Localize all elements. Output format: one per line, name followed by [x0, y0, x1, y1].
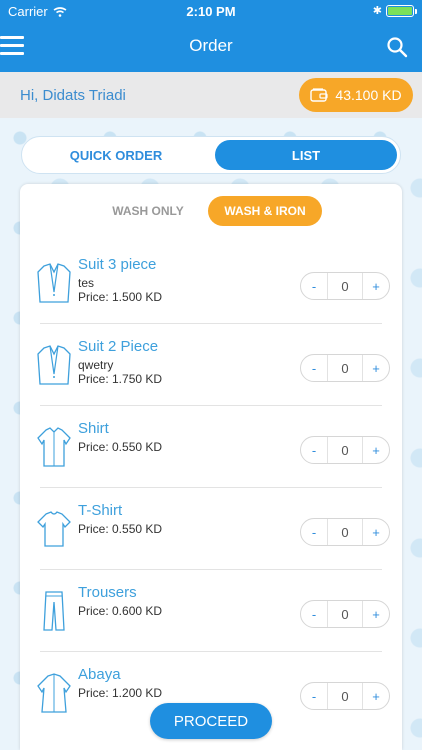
item-price: Price: 1.500 KD — [78, 290, 163, 304]
list-item: Suit 2 Piece qwetry Price: 1.750 KD - 0 … — [20, 324, 402, 406]
nav-bar: Order — [0, 26, 422, 66]
proceed-button[interactable]: PROCEED — [150, 703, 272, 739]
service-tabs: WASH ONLY WASH & IRON — [20, 196, 402, 226]
decrement-button[interactable]: - — [301, 601, 327, 627]
quantity-stepper: - 0 + — [300, 682, 390, 710]
item-name: Shirt — [78, 420, 109, 437]
item-price: Price: 0.550 KD — [78, 522, 163, 536]
item-price: Price: 1.750 KD — [78, 372, 163, 386]
decrement-button[interactable]: - — [301, 437, 327, 463]
top-bar: Carrier 2:10 PM ✱ Order — [0, 0, 422, 72]
quantity-value[interactable]: 0 — [327, 273, 363, 299]
item-description: tes — [78, 276, 95, 290]
item-name: T-Shirt — [78, 502, 123, 519]
item-price: Price: 1.200 KD — [78, 686, 163, 700]
wallet-amount: 43.100 KD — [335, 87, 402, 103]
increment-button[interactable]: + — [363, 683, 389, 709]
order-mode-toggle: QUICK ORDER LIST — [21, 136, 401, 174]
item-list-card: WASH ONLY WASH & IRON Suit 3 piece tes P… — [20, 184, 402, 750]
item-description: qwetry — [78, 358, 114, 372]
greeting-text: Hi, Didats Triadi — [20, 87, 126, 104]
quantity-stepper: - 0 + — [300, 600, 390, 628]
wallet-icon — [310, 88, 329, 102]
status-bar: Carrier 2:10 PM ✱ — [0, 0, 422, 22]
item-name: Suit 2 Piece — [78, 338, 159, 355]
list-item: Shirt Price: 0.550 KD - 0 + — [20, 406, 402, 488]
decrement-button[interactable]: - — [301, 355, 327, 381]
item-price: Price: 0.550 KD — [78, 440, 163, 454]
quantity-value[interactable]: 0 — [327, 601, 363, 627]
tab-wash-iron[interactable]: WASH & IRON — [208, 196, 322, 226]
tshirt-icon — [37, 511, 71, 547]
quantity-stepper: - 0 + — [300, 436, 390, 464]
battery-icon — [386, 5, 417, 17]
item-list: Suit 3 piece tes Price: 1.500 KD - 0 + S… — [20, 242, 402, 734]
increment-button[interactable]: + — [363, 273, 389, 299]
item-name: Suit 3 piece — [78, 256, 157, 273]
tab-quick-order[interactable]: QUICK ORDER — [25, 140, 207, 170]
trousers-icon — [43, 591, 65, 631]
increment-button[interactable]: + — [363, 601, 389, 627]
list-item: Suit 3 piece tes Price: 1.500 KD - 0 + — [20, 242, 402, 324]
increment-button[interactable]: + — [363, 355, 389, 381]
item-name: Abaya — [78, 666, 121, 683]
decrement-button[interactable]: - — [301, 519, 327, 545]
search-icon[interactable] — [386, 36, 408, 58]
item-name: Trousers — [78, 584, 137, 601]
abaya-icon — [37, 673, 71, 713]
increment-button[interactable]: + — [363, 437, 389, 463]
decrement-button[interactable]: - — [301, 683, 327, 709]
quantity-stepper: - 0 + — [300, 354, 390, 382]
increment-button[interactable]: + — [363, 519, 389, 545]
decrement-button[interactable]: - — [301, 273, 327, 299]
quantity-stepper: - 0 + — [300, 518, 390, 546]
list-item: T-Shirt Price: 0.550 KD - 0 + — [20, 488, 402, 570]
tab-list[interactable]: LIST — [215, 140, 397, 170]
wallet-balance-button[interactable]: 43.100 KD — [299, 78, 413, 112]
shirt-icon — [37, 427, 71, 467]
item-price: Price: 0.600 KD — [78, 604, 163, 618]
page-title: Order — [189, 36, 233, 55]
quantity-stepper: - 0 + — [300, 272, 390, 300]
bluetooth-icon: ✱ — [372, 5, 382, 17]
list-item: Trousers Price: 0.600 KD - 0 + — [20, 570, 402, 652]
tab-wash-only[interactable]: WASH ONLY — [110, 196, 186, 226]
quantity-value[interactable]: 0 — [327, 519, 363, 545]
suit-icon — [37, 263, 71, 303]
status-time: 2:10 PM — [186, 4, 236, 19]
quantity-value[interactable]: 0 — [327, 683, 363, 709]
suit-icon — [37, 345, 71, 385]
greeting-bar: Hi, Didats Triadi 43.100 KD — [0, 72, 422, 118]
quantity-value[interactable]: 0 — [327, 437, 363, 463]
quantity-value[interactable]: 0 — [327, 355, 363, 381]
